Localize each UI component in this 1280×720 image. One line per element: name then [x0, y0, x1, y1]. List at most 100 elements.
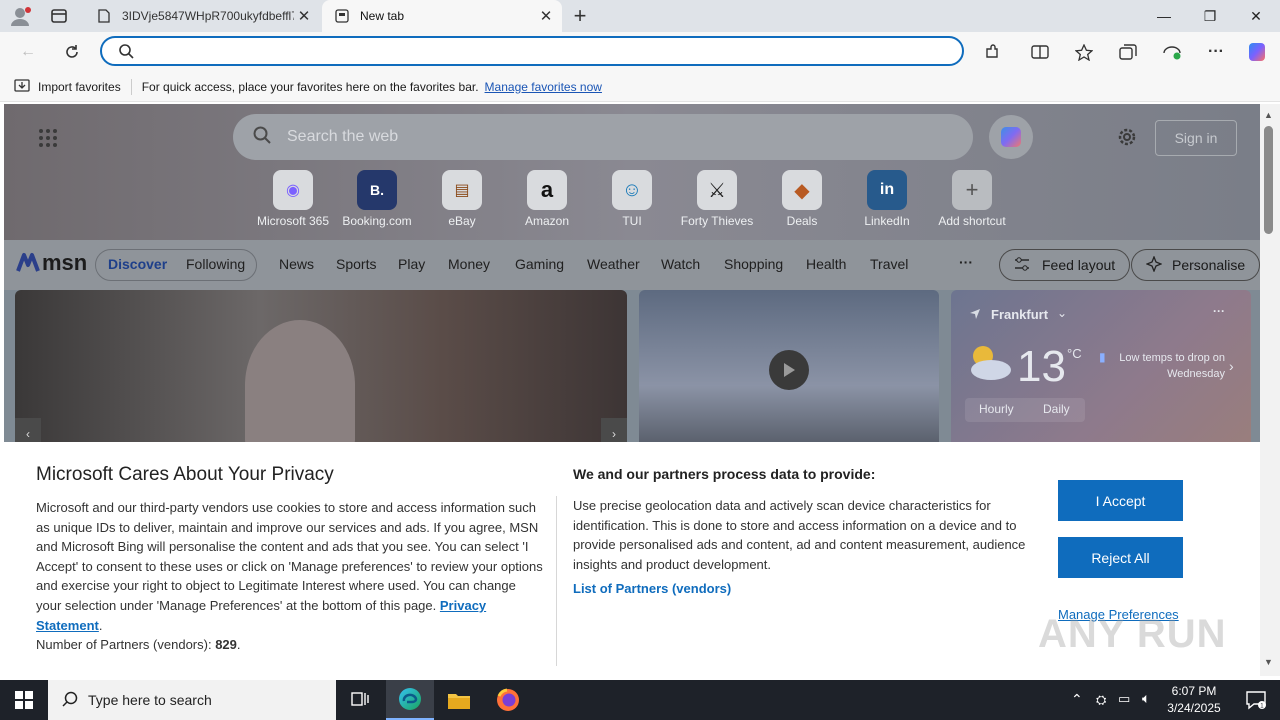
- address-bar[interactable]: [100, 36, 964, 66]
- new-tab-button[interactable]: +: [568, 3, 592, 29]
- task-view-icon[interactable]: [336, 680, 384, 720]
- shortcut-label: eBay: [448, 214, 476, 228]
- shortcut-forty-thieves[interactable]: ⚔ Forty Thieves: [675, 170, 759, 228]
- scroll-thumb[interactable]: [1264, 126, 1273, 234]
- reject-all-button[interactable]: Reject All: [1058, 537, 1183, 578]
- msn-logo[interactable]: msn: [16, 250, 87, 276]
- partly-cloudy-icon: [965, 342, 1013, 385]
- back-icon[interactable]: ←: [14, 38, 42, 66]
- shortcut-amazon[interactable]: a Amazon: [505, 170, 589, 228]
- nav-money[interactable]: Money: [448, 256, 490, 272]
- tab-new-tab[interactable]: New tab ✕: [322, 0, 562, 32]
- copilot-button[interactable]: [989, 115, 1033, 159]
- top-story-card[interactable]: ‹ ›: [15, 290, 627, 450]
- nav-travel[interactable]: Travel: [870, 256, 908, 272]
- accept-button[interactable]: I Accept: [1058, 480, 1183, 521]
- restore-button[interactable]: ❐: [1187, 0, 1233, 32]
- minimize-button[interactable]: —: [1141, 0, 1187, 32]
- copilot-icon[interactable]: [1244, 38, 1272, 66]
- edge-taskbar-icon[interactable]: [386, 680, 434, 720]
- shortcut-deals[interactable]: ◆ Deals: [760, 170, 844, 228]
- extensions-icon[interactable]: [978, 38, 1006, 66]
- windows-start-icon[interactable]: [0, 680, 48, 720]
- shortcut-booking[interactable]: B. Booking.com: [335, 170, 419, 228]
- close-window-button[interactable]: ✕: [1233, 0, 1279, 32]
- navigation-bar: ← ···: [0, 32, 1280, 72]
- partners-label: Number of Partners (vendors):: [36, 637, 212, 653]
- feed-layout-button[interactable]: Feed layout: [999, 249, 1131, 281]
- usb-device-icon[interactable]: ⛭: [1096, 692, 1106, 708]
- chevron-right-icon[interactable]: ›: [1229, 358, 1234, 374]
- nav-shopping[interactable]: Shopping: [724, 256, 783, 272]
- shortcut-linkedin[interactable]: in LinkedIn: [845, 170, 929, 228]
- manage-favorites-link[interactable]: Manage favorites now: [485, 80, 602, 94]
- add-shortcut-button[interactable]: + Add shortcut: [930, 170, 1014, 228]
- partners-period: .: [236, 637, 241, 653]
- collections-icon[interactable]: [1114, 38, 1142, 66]
- search-icon: [118, 43, 134, 62]
- settings-gear-icon[interactable]: [1116, 126, 1138, 151]
- privacy-period: .: [98, 617, 103, 633]
- notifications-icon[interactable]: 1: [1232, 680, 1280, 720]
- deals-tag-icon: ◆: [782, 170, 822, 210]
- scroll-down-icon[interactable]: ▼: [1264, 657, 1273, 667]
- file-explorer-icon[interactable]: [435, 680, 483, 720]
- system-clock[interactable]: 6:07 PM 3/24/2025: [1166, 683, 1222, 717]
- feed-layout-label: Feed layout: [1042, 257, 1116, 273]
- nav-gaming[interactable]: Gaming: [515, 256, 564, 272]
- tab-daily[interactable]: Daily: [1043, 402, 1070, 416]
- show-hidden-icons[interactable]: ⌃: [1071, 691, 1083, 708]
- split-screen-icon[interactable]: [1026, 38, 1054, 66]
- purposes-text: Use precise geolocation data and activel…: [573, 498, 1026, 572]
- nav-news[interactable]: News: [279, 256, 314, 272]
- nav-weather[interactable]: Weather: [587, 256, 640, 272]
- network-icon[interactable]: ▭: [1118, 691, 1130, 707]
- clock-time: 6:07 PM: [1171, 684, 1217, 698]
- tab-following[interactable]: Following: [186, 256, 245, 272]
- list-of-partners-link[interactable]: List of Partners (vendors): [573, 581, 731, 596]
- tab-discover[interactable]: Discover: [108, 256, 167, 272]
- profile-icon[interactable]: [10, 6, 32, 26]
- play-icon[interactable]: [769, 350, 809, 390]
- msn-wordmark: msn: [42, 250, 88, 275]
- favorites-icon[interactable]: [1070, 38, 1098, 66]
- taskbar-search-box[interactable]: Type here to search: [48, 680, 336, 720]
- more-nav-icon[interactable]: ···: [959, 254, 973, 270]
- sign-in-button[interactable]: Sign in: [1155, 120, 1237, 156]
- tab-hourly[interactable]: Hourly: [979, 402, 1014, 416]
- shortcut-ebay[interactable]: ▤ eBay: [420, 170, 504, 228]
- nav-watch[interactable]: Watch: [661, 256, 700, 272]
- hero-background: Search the web Sign in ◉ Microsoft 365 B…: [4, 104, 1260, 240]
- more-options-icon[interactable]: ···: [1202, 38, 1230, 66]
- import-favorites-button[interactable]: Import favorites: [38, 80, 121, 94]
- firefox-icon[interactable]: [484, 680, 532, 720]
- browser-essentials-icon[interactable]: [1158, 38, 1186, 66]
- web-search-box[interactable]: Search the web: [233, 114, 973, 160]
- dialog-divider: [556, 496, 557, 666]
- shortcut-label: LinkedIn: [864, 214, 910, 228]
- scroll-up-icon[interactable]: ▲: [1264, 110, 1273, 120]
- video-card[interactable]: [639, 290, 939, 450]
- nav-play[interactable]: Play: [398, 256, 425, 272]
- refresh-icon[interactable]: [58, 38, 86, 66]
- apps-launcher-icon[interactable]: [38, 128, 58, 151]
- close-tab-icon[interactable]: ✕: [536, 7, 556, 25]
- weather-city[interactable]: Frankfurt: [991, 307, 1048, 322]
- shortcut-microsoft-365[interactable]: ◉ Microsoft 365: [251, 170, 335, 228]
- tui-icon: ☺: [612, 170, 652, 210]
- forty-thieves-icon: ⚔: [697, 170, 737, 210]
- shortcut-tui[interactable]: ☺ TUI: [590, 170, 674, 228]
- nav-health[interactable]: Health: [806, 256, 846, 272]
- volume-icon[interactable]: 🔈︎: [1142, 690, 1150, 707]
- weather-card[interactable]: Frankfurt ⌄ ··· 13 °C ▮ Low temps to dro…: [951, 290, 1251, 450]
- nav-sports[interactable]: Sports: [336, 256, 376, 272]
- tab-actions-icon[interactable]: [50, 8, 68, 24]
- page-scrollbar[interactable]: ▲ ▼: [1260, 104, 1280, 676]
- personalise-button[interactable]: Personalise: [1131, 249, 1260, 281]
- chevron-down-icon[interactable]: ⌄: [1057, 306, 1067, 320]
- weather-more-icon[interactable]: ···: [1213, 304, 1225, 318]
- close-tab-icon[interactable]: ✕: [294, 7, 314, 25]
- weather-alert[interactable]: Low temps to drop on Wednesday: [1113, 350, 1225, 382]
- tab-title: New tab: [360, 9, 405, 23]
- tab-malware-file[interactable]: 3IDVje5847WHpR700ukyfdbeffl70 ✕: [84, 0, 320, 32]
